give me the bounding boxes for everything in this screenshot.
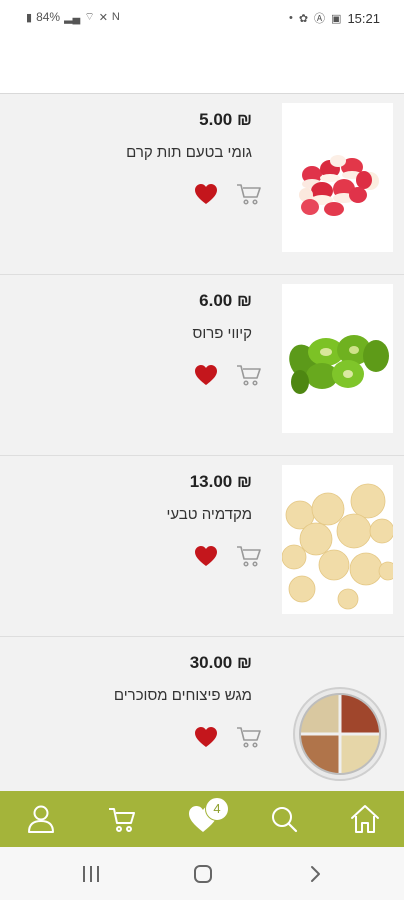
heart-icon — [195, 184, 217, 204]
signal-icon: ▂▄ — [64, 11, 81, 24]
macadamia-image — [282, 465, 393, 614]
home-system-button[interactable] — [191, 863, 215, 885]
cart-icon — [237, 184, 261, 205]
add-to-cart-button[interactable] — [236, 182, 262, 206]
product-row[interactable]: 6.00 ₪ קיווי פרוס — [0, 275, 404, 456]
heart-icon — [195, 365, 217, 385]
clock: 15:21 — [347, 10, 380, 26]
add-to-cart-button[interactable] — [236, 363, 262, 387]
add-to-cart-button[interactable] — [236, 544, 262, 568]
settings-icon: ✿ — [298, 12, 309, 25]
favorite-button[interactable] — [194, 726, 218, 748]
favorite-button[interactable] — [194, 364, 218, 386]
chevron-right-icon — [311, 866, 320, 882]
nav-cart-button[interactable] — [106, 803, 138, 835]
product-name[interactable]: גומי בטעם תות קרם — [126, 144, 252, 161]
favorite-button[interactable] — [194, 545, 218, 567]
battery-level: 84% — [36, 10, 61, 24]
battery-icon: ▮ — [26, 11, 33, 24]
strawberry-gummies-image — [282, 103, 393, 252]
status-left: ▮ 84% ▂▄ ⌔ ✕ N — [26, 10, 120, 24]
product-row[interactable]: 30.00 ₪ מגש פיצוחים מסוכרים — [0, 637, 404, 791]
heart-icon — [195, 546, 217, 566]
nfc-icon: N — [111, 11, 120, 23]
product-row[interactable]: 13.00 ₪ מקדמיה טבעי — [0, 456, 404, 637]
mute-icon: ✕ — [98, 11, 108, 24]
product-name[interactable]: מגש פיצוחים מסוכרים — [114, 687, 252, 704]
product-image-kiwi[interactable] — [282, 284, 393, 433]
cart-icon — [109, 808, 135, 832]
nav-home-button[interactable] — [349, 803, 381, 835]
wifi-icon: ⌔ — [84, 11, 95, 23]
cart-icon — [237, 727, 261, 748]
recent-apps-button[interactable] — [79, 863, 103, 885]
nut-tray-image — [293, 687, 387, 781]
cart-icon — [237, 546, 261, 567]
gallery-icon: ▣ — [331, 12, 342, 25]
home-square-icon — [194, 865, 212, 883]
app-notification-icon: Ⓐ — [314, 13, 326, 25]
recent-apps-icon — [83, 866, 99, 882]
home-icon — [351, 805, 379, 833]
product-name[interactable]: מקדמיה טבעי — [166, 506, 252, 523]
nav-search-button[interactable] — [268, 803, 300, 835]
nav-profile-button[interactable] — [25, 803, 57, 835]
status-right: • ✿ Ⓐ ▣ 15:21 — [289, 10, 380, 26]
product-image-nut-tray[interactable] — [282, 646, 393, 791]
product-list[interactable]: 5.00 ₪ גומי בטעם תות קרם 6.00 ₪ קיווי פר… — [0, 94, 404, 791]
add-to-cart-button[interactable] — [236, 725, 262, 749]
back-button[interactable] — [303, 863, 327, 885]
heart-icon — [195, 727, 217, 747]
product-row[interactable]: 5.00 ₪ גומי בטעם תות קרם — [0, 94, 404, 275]
product-price: 5.00 ₪ — [199, 110, 252, 129]
kiwi-slices-image — [282, 284, 393, 433]
favorite-button[interactable] — [194, 183, 218, 205]
user-icon — [28, 805, 54, 833]
product-price: 30.00 ₪ — [189, 653, 252, 672]
dot-icon: • — [288, 12, 293, 24]
product-price: 6.00 ₪ — [199, 291, 252, 310]
favorites-count-badge: 4 — [205, 797, 229, 821]
product-image-gummies[interactable] — [282, 103, 393, 252]
search-icon — [272, 807, 298, 833]
status-bar: ▮ 84% ▂▄ ⌔ ✕ N • ✿ Ⓐ ▣ 15:21 — [0, 0, 404, 36]
system-nav-bar — [0, 847, 404, 900]
product-image-macadamia[interactable] — [282, 465, 393, 614]
cart-icon — [237, 365, 261, 386]
app-header — [0, 36, 404, 94]
product-price: 13.00 ₪ — [189, 472, 252, 491]
product-name[interactable]: קיווי פרוס — [193, 325, 253, 342]
bottom-nav — [0, 791, 404, 847]
